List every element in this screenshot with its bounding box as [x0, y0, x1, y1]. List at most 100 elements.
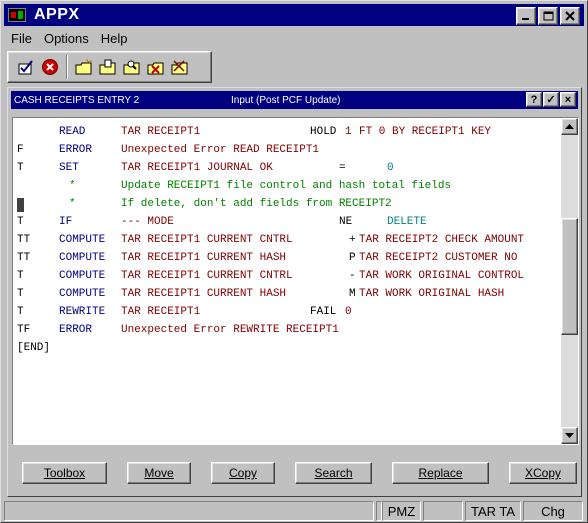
menubar: File Options Help [4, 28, 134, 48]
line-opcode: * [69, 198, 76, 210]
ok-button[interactable]: ✓ [543, 92, 559, 107]
ok-check-icon: ✓ [546, 94, 556, 106]
line-flag: T [17, 306, 24, 318]
appx-logo-icon [8, 8, 26, 22]
app-titlebar[interactable]: APPX [4, 4, 584, 26]
line-operand-2: 0 [387, 162, 394, 174]
inner-window-title: CASH RECEIPTS ENTRY 2 [14, 94, 140, 106]
line-opcode: * [69, 180, 76, 192]
check-tool-button[interactable] [14, 55, 38, 79]
code-line[interactable]: READ TAR RECEIPT1 HOLD 1 FT 0 BY RECEIPT1 KE… [13, 124, 561, 142]
line-operand-2: DELETE [387, 216, 427, 228]
line-operand-2: TAR RECEIPT2 CUSTOMER NO [359, 252, 518, 264]
line-opcode: COMPUTE [59, 288, 106, 300]
line-opcode: COMPUTE [59, 234, 106, 246]
toolbar [7, 51, 212, 83]
line-flag: TT [17, 252, 31, 264]
toolbox-button[interactable]: Toolbox [22, 462, 107, 484]
line-operator: - [349, 270, 356, 282]
line-opcode: IF [59, 216, 73, 228]
menu-file[interactable]: File [4, 31, 38, 46]
folder-search-icon [123, 60, 140, 75]
code-line[interactable]: [END] [13, 340, 561, 358]
line-flag: T [17, 216, 24, 228]
inner-mode-label: Input (Post PCF Update) [231, 94, 341, 106]
cursor-marker [17, 198, 24, 212]
code-line[interactable]: F ERROR Unexpected Error READ RECEIPT1 [13, 142, 561, 160]
folder-new-tool-button[interactable] [72, 55, 96, 79]
folder-edit-tool-button[interactable] [96, 55, 120, 79]
cancel-icon [42, 59, 58, 75]
line-operator: = [339, 162, 346, 174]
inner-close-button[interactable]: × [560, 92, 576, 107]
code-line[interactable]: * Update RECEIPT1 file control and hash t… [13, 178, 561, 196]
folder-check-tool-button[interactable] [168, 55, 192, 79]
folder-edit-icon [99, 59, 116, 75]
cash-receipts-window: CASH RECEIPTS ENTRY 2 Input (Post PCF Up… [7, 87, 582, 497]
code-line[interactable]: TT COMPUTE TAR RECEIPT1 CURRENT CNTRL + TAR … [13, 232, 561, 250]
line-operator: M [349, 288, 356, 300]
scroll-up-button[interactable] [561, 118, 578, 135]
arrow-down-icon [565, 432, 574, 438]
action-button-row: Toolbox Move Copy Search Replace XCopy [22, 462, 577, 484]
code-line[interactable]: TT COMPUTE TAR RECEIPT1 CURRENT HASH P TAR R… [13, 250, 561, 268]
line-opcode: SET [59, 162, 79, 174]
status-cell-user: PMZ [382, 501, 421, 521]
menu-help[interactable]: Help [95, 31, 134, 46]
menu-options[interactable]: Options [38, 31, 95, 46]
code-line[interactable]: TF ERROR Unexpected Error REWRITE RECEIPT1 [13, 322, 561, 340]
replace-button[interactable]: Replace [392, 462, 489, 484]
code-line[interactable]: T REWRITE TAR RECEIPT1 FAIL 0 [13, 304, 561, 322]
arrow-up-icon [565, 123, 574, 129]
line-operand-1: TAR RECEIPT1 [121, 306, 201, 318]
line-operand-1: Unexpected Error REWRITE RECEIPT1 [121, 324, 339, 336]
folder-new-icon [75, 58, 93, 75]
line-operator: NE [339, 216, 353, 228]
xcopy-button[interactable]: XCopy [509, 462, 577, 484]
line-opcode: READ [59, 126, 86, 138]
close-icon [565, 11, 575, 21]
minimize-button[interactable] [516, 7, 536, 25]
app-title: APPX [34, 6, 80, 23]
inner-titlebar[interactable]: CASH RECEIPTS ENTRY 2 Input (Post PCF Up… [11, 91, 578, 109]
toolbar-separator [66, 55, 68, 79]
copy-button[interactable]: Copy [211, 462, 275, 484]
line-opcode: REWRITE [59, 306, 106, 318]
line-opcode: COMPUTE [59, 270, 106, 282]
line-operator: HOLD [310, 126, 337, 138]
code-editor[interactable]: READ TAR RECEIPT1 HOLD 1 FT 0 BY RECEIPT1 KE… [12, 117, 579, 445]
appx-window: APPX File Options Help CASH RECEIPTS ENT… [0, 0, 588, 523]
code-line[interactable]: T COMPUTE TAR RECEIPT1 CURRENT HASH M TAR WO… [13, 286, 561, 304]
line-operand-2: TAR WORK ORIGINAL HASH [359, 288, 505, 300]
folder-search-tool-button[interactable] [120, 55, 144, 79]
line-operand-1: TAR RECEIPT1 CURRENT HASH [121, 252, 287, 264]
code-line[interactable]: T IF --- MODE NE DELETE [13, 214, 561, 232]
scroll-thumb[interactable] [561, 218, 578, 335]
line-flag: TT [17, 234, 31, 246]
cancel-tool-button[interactable] [38, 55, 62, 79]
line-operand-1: TAR RECEIPT1 CURRENT HASH [121, 288, 287, 300]
folder-delete-tool-button[interactable] [144, 55, 168, 79]
maximize-icon [543, 11, 553, 21]
status-cell-main [4, 501, 374, 521]
check-icon [18, 60, 33, 75]
code-line[interactable]: T COMPUTE TAR RECEIPT1 CURRENT CNTRL - TAR W… [13, 268, 561, 286]
help-button[interactable]: ? [526, 92, 542, 107]
help-icon: ? [530, 93, 538, 106]
maximize-button[interactable] [538, 7, 558, 25]
line-operand-3: FT 0 BY RECEIPT1 KEY [359, 126, 492, 138]
line-operand-2: TAR RECEIPT2 CHECK AMOUNT [359, 234, 525, 246]
code-line[interactable]: * If delete, don't add fields from RECEIP… [13, 196, 561, 214]
close-button[interactable] [560, 7, 580, 25]
folder-check-icon [171, 60, 188, 75]
line-operator: + [349, 234, 356, 246]
code-line[interactable]: T SET TAR RECEIPT1 JOURNAL OK = 0 [13, 160, 561, 178]
search-button[interactable]: Search [295, 462, 372, 484]
line-operator: P [349, 252, 356, 264]
line-operand-1: TAR RECEIPT1 CURRENT CNTRL [121, 234, 293, 246]
scroll-down-button[interactable] [561, 427, 578, 444]
line-comment: If delete, don't add fields from RECEIPT… [121, 198, 392, 210]
vertical-scrollbar[interactable] [561, 118, 578, 444]
inner-close-icon: × [564, 93, 572, 106]
move-button[interactable]: Move [127, 462, 191, 484]
